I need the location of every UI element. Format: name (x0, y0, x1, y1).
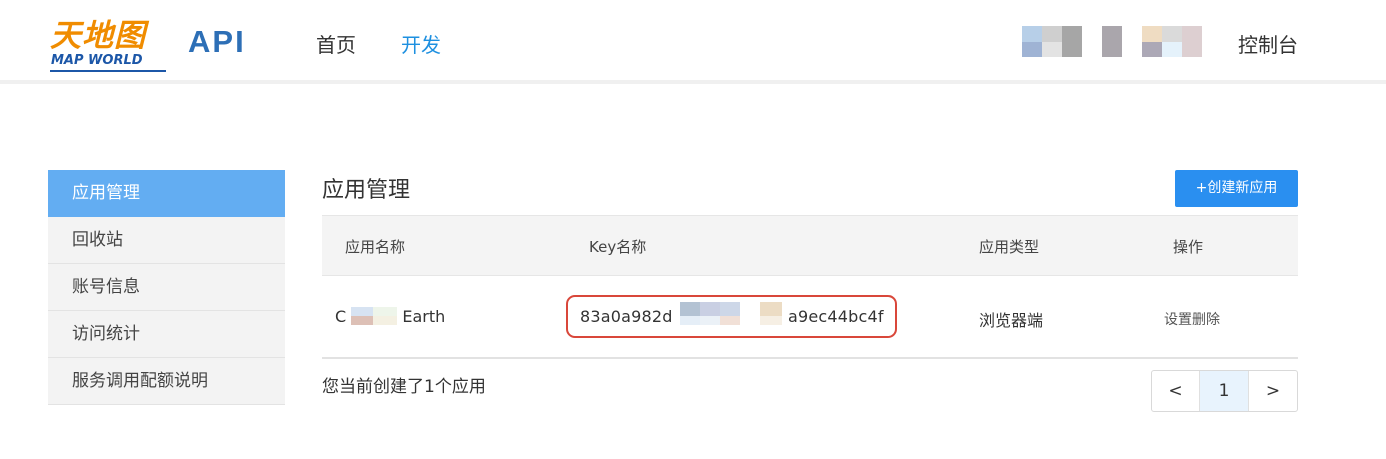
table-row: C Earth 83a0a982d a9ec44bc4f 浏览器端 设置删除 (322, 276, 1298, 359)
pagination-prev-button[interactable]: < (1152, 371, 1200, 411)
app-count-summary: 您当前创建了1个应用 (322, 377, 486, 397)
app-name-redaction (351, 307, 398, 325)
logo-underline (50, 70, 166, 72)
column-header-app-type: 应用类型 (979, 238, 1040, 256)
row-actions[interactable]: 设置删除 (1164, 309, 1220, 329)
app-type-cell: 浏览器端 (979, 311, 1044, 330)
pagination-next-button[interactable]: > (1249, 371, 1297, 411)
sidebar-menu: 应用管理 回收站 账号信息 访问统计 服务调用配额说明 (48, 170, 285, 405)
column-header-actions: 操作 (1173, 238, 1204, 256)
column-header-app-name: 应用名称 (345, 238, 406, 256)
sidebar-item-recycle-bin[interactable]: 回收站 (48, 217, 285, 264)
user-avatar-redacted[interactable] (1022, 26, 1202, 58)
table-header: 应用名称 Key名称 应用类型 操作 (322, 215, 1298, 276)
pagination: < 1 > (1151, 370, 1298, 412)
sidebar-item-app-management[interactable]: 应用管理 (48, 170, 285, 217)
sidebar-item-access-stats[interactable]: 访问统计 (48, 311, 285, 358)
sidebar-item-quota-info[interactable]: 服务调用配额说明 (48, 358, 285, 405)
api-key-redaction-2 (760, 302, 784, 328)
app-name-suffix: Earth (402, 307, 446, 326)
top-header: 天地图 MAP WORLD API 首页 开发 控制台 (0, 0, 1386, 84)
api-key-prefix: 83a0a982d (580, 307, 673, 326)
console-link[interactable]: 控制台 (1238, 29, 1298, 58)
column-header-key-name: Key名称 (589, 238, 647, 256)
nav-develop-link[interactable]: 开发 (401, 29, 441, 58)
app-name-cell: C Earth (335, 307, 465, 326)
logo-chinese-text: 天地图 (50, 18, 146, 54)
api-key-suffix: a9ec44bc4f (788, 307, 884, 326)
sidebar-item-account-info[interactable]: 账号信息 (48, 264, 285, 311)
app-name-prefix: C (335, 307, 347, 326)
logo-english-text: MAP WORLD (51, 53, 143, 68)
nav-home-link[interactable]: 首页 (316, 29, 356, 58)
tianditu-logo[interactable]: 天地图 MAP WORLD (50, 10, 168, 76)
api-key-highlight[interactable]: 83a0a982d a9ec44bc4f (566, 295, 897, 338)
pagination-page-1[interactable]: 1 (1200, 371, 1249, 411)
api-key-redaction (680, 302, 744, 328)
create-app-button[interactable]: +创建新应用 (1175, 170, 1298, 207)
brand-api-label: API (188, 24, 246, 59)
page-title: 应用管理 (322, 178, 411, 203)
